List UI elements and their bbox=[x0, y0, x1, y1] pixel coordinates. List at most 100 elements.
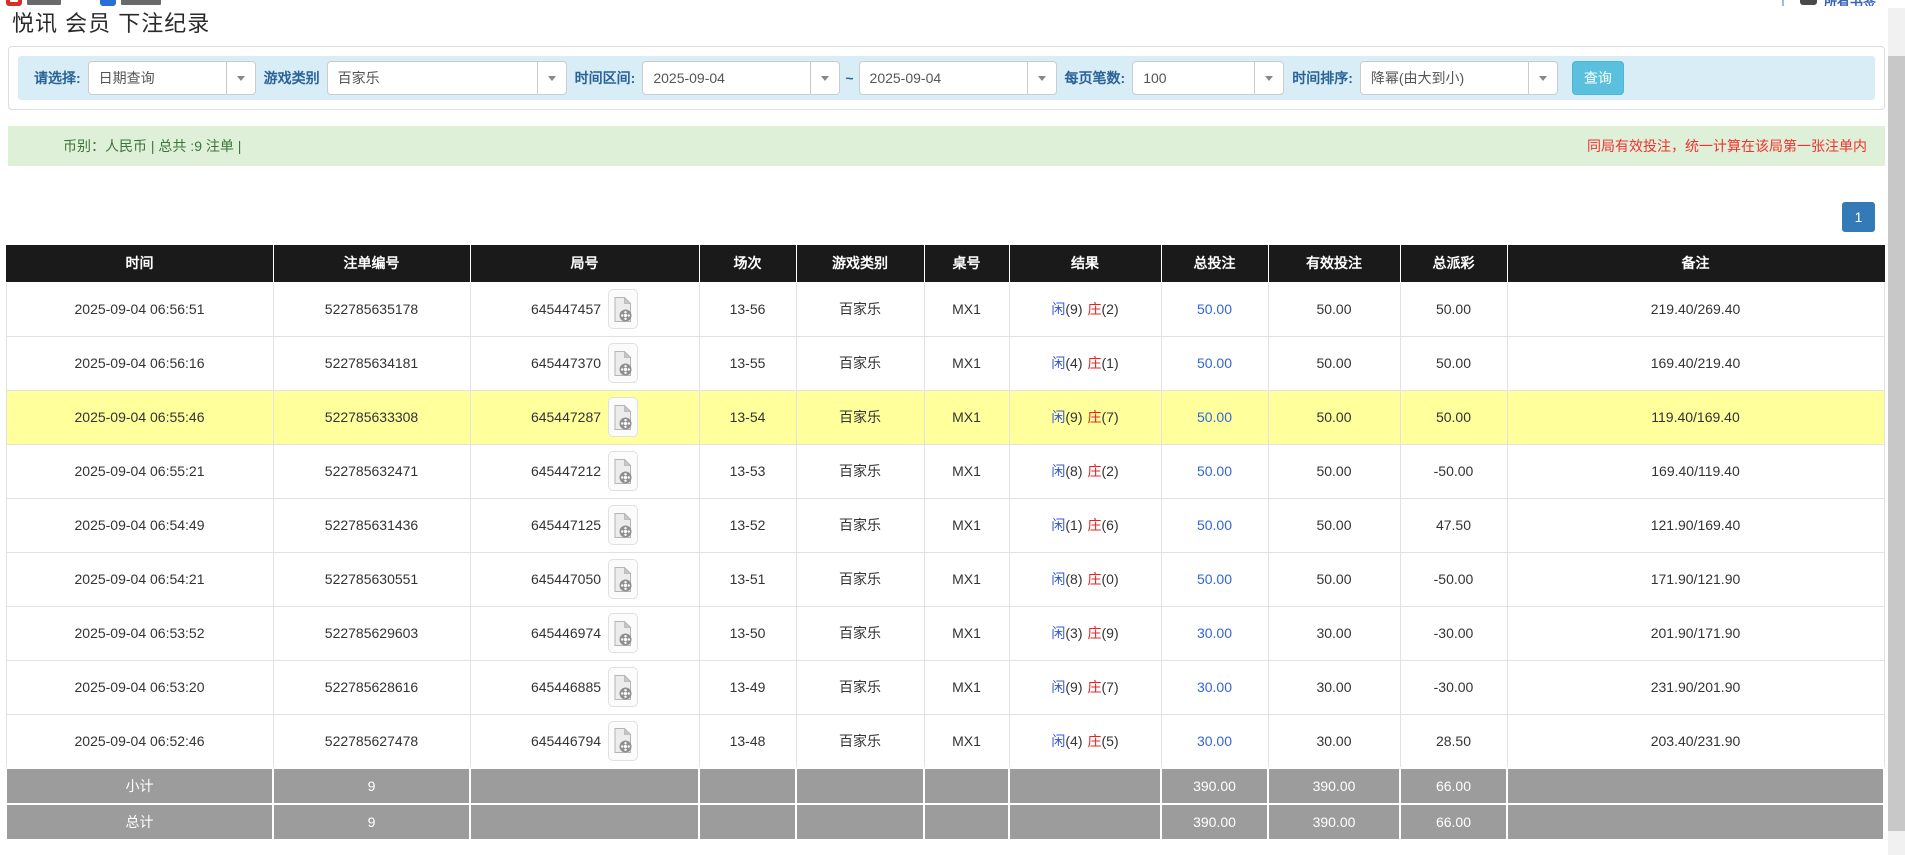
round-cell: 645447457 bbox=[470, 282, 699, 336]
table-row: 2025-09-04 06:56:16 522785634181 6454473… bbox=[6, 336, 1884, 390]
all-bookmarks-label[interactable]: 所有书签 bbox=[1824, 0, 1876, 6]
chevron-down-icon[interactable] bbox=[537, 62, 566, 94]
table-no-cell: MX1 bbox=[924, 552, 1009, 606]
date-to-select[interactable]: 2025-09-04 bbox=[859, 61, 1057, 95]
total-bet-link[interactable]: 50.00 bbox=[1197, 409, 1232, 425]
result-cell: 闲(9)庄(7) bbox=[1009, 660, 1161, 714]
session-cell: 13-52 bbox=[699, 498, 796, 552]
page-size-select[interactable]: 100 bbox=[1132, 61, 1284, 95]
currency-summary: 币别：人民币 | 总共 :9 注单 | bbox=[63, 136, 241, 156]
bookmarks-divider bbox=[1782, 0, 1784, 6]
player-result: 闲 bbox=[1051, 571, 1065, 587]
remark-cell: 231.90/201.90 bbox=[1507, 660, 1884, 714]
video-record-icon[interactable] bbox=[608, 505, 638, 545]
remark-cell: 169.40/219.40 bbox=[1507, 336, 1884, 390]
video-record-icon[interactable] bbox=[608, 289, 638, 329]
query-type-select[interactable]: 日期查询 bbox=[88, 61, 256, 95]
total-bet-link[interactable]: 50.00 bbox=[1197, 571, 1232, 587]
round-cell: 645447370 bbox=[470, 336, 699, 390]
chevron-down-icon[interactable] bbox=[810, 62, 839, 94]
banker-result: 庄 bbox=[1088, 625, 1102, 641]
table-row: 2025-09-04 06:53:20 522785628616 6454468… bbox=[6, 660, 1884, 714]
total-bet-cell: 50.00 bbox=[1161, 390, 1268, 444]
table-no-cell: MX1 bbox=[924, 606, 1009, 660]
total-bet-link[interactable]: 50.00 bbox=[1197, 517, 1232, 533]
game-cell: 百家乐 bbox=[796, 714, 924, 768]
round-id: 645446974 bbox=[531, 625, 601, 641]
total-total-bet: 390.00 bbox=[1161, 804, 1268, 840]
total-count: 9 bbox=[273, 804, 470, 840]
round-id: 645447125 bbox=[531, 517, 601, 533]
valid-bet-cell: 30.00 bbox=[1268, 660, 1400, 714]
total-bet-cell: 30.00 bbox=[1161, 714, 1268, 768]
result-cell: 闲(3)庄(9) bbox=[1009, 606, 1161, 660]
game-category-select[interactable]: 百家乐 bbox=[327, 61, 567, 95]
records-table-wrap: 时间 注单编号 局号 场次 游戏类别 桌号 结果 总投注 有效投注 总派彩 备注… bbox=[5, 245, 1883, 841]
table-header-row: 时间 注单编号 局号 场次 游戏类别 桌号 结果 总投注 有效投注 总派彩 备注 bbox=[6, 245, 1884, 282]
bet-time: 2025-09-04 06:56:16 bbox=[6, 336, 273, 390]
col-session: 场次 bbox=[699, 245, 796, 282]
payout-cell: 50.00 bbox=[1400, 282, 1507, 336]
video-record-icon[interactable] bbox=[608, 613, 638, 653]
player-result: 闲 bbox=[1051, 409, 1065, 425]
remark-cell: 119.40/169.40 bbox=[1507, 390, 1884, 444]
round-cell: 645446974 bbox=[470, 606, 699, 660]
payout-cell: -30.00 bbox=[1400, 660, 1507, 714]
chevron-down-icon[interactable] bbox=[1528, 62, 1557, 94]
chevron-down-icon[interactable] bbox=[226, 62, 255, 94]
search-button[interactable]: 查询 bbox=[1572, 61, 1624, 95]
bet-id: 522785629603 bbox=[273, 606, 470, 660]
valid-bet-cell: 50.00 bbox=[1268, 444, 1400, 498]
video-record-icon[interactable] bbox=[608, 397, 638, 437]
video-record-icon[interactable] bbox=[608, 343, 638, 383]
bet-id: 522785633308 bbox=[273, 390, 470, 444]
time-sort-select[interactable]: 降幂(由大到小) bbox=[1360, 61, 1558, 95]
player-result: 闲 bbox=[1051, 517, 1065, 533]
session-cell: 13-54 bbox=[699, 390, 796, 444]
game-cell: 百家乐 bbox=[796, 660, 924, 714]
total-bet-link[interactable]: 50.00 bbox=[1197, 463, 1232, 479]
game-category-label: 游戏类别 bbox=[264, 68, 320, 88]
chevron-down-icon[interactable] bbox=[1027, 62, 1056, 94]
banker-result: 庄 bbox=[1088, 733, 1102, 749]
bookmark-favicon-red-icon[interactable] bbox=[6, 0, 22, 6]
session-cell: 13-51 bbox=[699, 552, 796, 606]
col-table: 桌号 bbox=[924, 245, 1009, 282]
subtotal-count: 9 bbox=[273, 768, 470, 804]
video-record-icon[interactable] bbox=[608, 451, 638, 491]
valid-bet-cell: 50.00 bbox=[1268, 336, 1400, 390]
scrollbar-thumb[interactable] bbox=[1888, 56, 1905, 831]
player-result: 闲 bbox=[1051, 463, 1065, 479]
total-bet-link[interactable]: 50.00 bbox=[1197, 355, 1232, 371]
bookmark-favicon-blue-icon[interactable] bbox=[100, 0, 116, 6]
result-cell: 闲(1)庄(6) bbox=[1009, 498, 1161, 552]
video-record-icon[interactable] bbox=[608, 721, 638, 761]
vertical-scrollbar[interactable] bbox=[1888, 8, 1905, 855]
date-from-value: 2025-09-04 bbox=[643, 62, 810, 94]
browser-bookmarks-bar: 所有书签 bbox=[0, 0, 1905, 8]
total-bet-cell: 30.00 bbox=[1161, 606, 1268, 660]
total-bet-link[interactable]: 30.00 bbox=[1197, 733, 1232, 749]
info-bar: 币别：人民币 | 总共 :9 注单 | 同局有效投注，统一计算在该局第一张注单内 bbox=[8, 126, 1885, 166]
chevron-down-icon[interactable] bbox=[1254, 62, 1283, 94]
total-bet-link[interactable]: 30.00 bbox=[1197, 679, 1232, 695]
total-bet-link[interactable]: 50.00 bbox=[1197, 301, 1232, 317]
all-bookmarks-icon[interactable] bbox=[1800, 0, 1817, 5]
table-no-cell: MX1 bbox=[924, 660, 1009, 714]
bookmark-label-stub[interactable] bbox=[27, 0, 61, 5]
query-type-label: 请选择: bbox=[34, 68, 81, 88]
bookmark-label-stub[interactable] bbox=[121, 0, 161, 5]
table-no-cell: MX1 bbox=[924, 390, 1009, 444]
video-record-icon[interactable] bbox=[608, 559, 638, 599]
round-id: 645447457 bbox=[531, 301, 601, 317]
video-record-icon[interactable] bbox=[608, 667, 638, 707]
range-separator: ~ bbox=[845, 70, 853, 86]
round-id: 645446885 bbox=[531, 679, 601, 695]
page-1-button[interactable]: 1 bbox=[1842, 202, 1875, 232]
remark-cell: 121.90/169.40 bbox=[1507, 498, 1884, 552]
bet-time: 2025-09-04 06:54:49 bbox=[6, 498, 273, 552]
total-bet-link[interactable]: 30.00 bbox=[1197, 625, 1232, 641]
table-row: 2025-09-04 06:55:46 522785633308 6454472… bbox=[6, 390, 1884, 444]
date-from-select[interactable]: 2025-09-04 bbox=[642, 61, 840, 95]
page-title: 悦讯 会员 下注纪录 bbox=[12, 10, 1905, 37]
